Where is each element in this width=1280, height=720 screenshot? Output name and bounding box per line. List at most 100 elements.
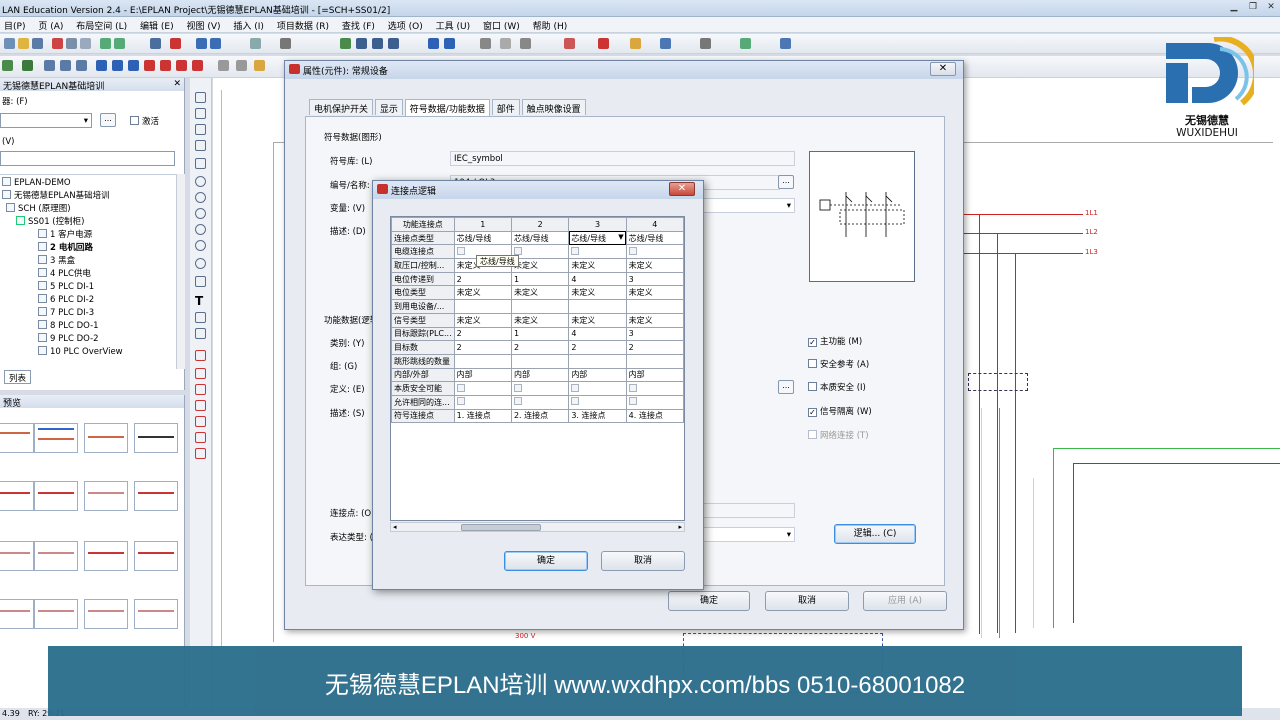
dimension-g-tool-icon[interactable] [195, 448, 206, 459]
circle-b-tool-icon[interactable] [195, 192, 206, 203]
grid-b-icon[interactable] [500, 38, 511, 49]
maximize-icon[interactable]: ❐ [1244, 1, 1262, 14]
cut-icon[interactable] [52, 38, 63, 49]
table-cell[interactable] [568, 353, 627, 369]
symbol-browse-button[interactable]: ... [778, 175, 794, 189]
flag-d-icon[interactable] [144, 60, 155, 71]
menu-item-layout-space[interactable]: 布局空间 (L) [72, 17, 133, 32]
filter-select[interactable]: ▾ [0, 113, 92, 128]
activate-checkbox[interactable]: 激活 [130, 115, 159, 127]
preview-thumb[interactable] [134, 599, 178, 629]
flag-c-icon[interactable] [128, 60, 139, 71]
ellipse-b-tool-icon[interactable] [195, 258, 206, 269]
table-cell[interactable]: 4. 连接点 [625, 408, 684, 424]
image-tool-icon[interactable] [195, 158, 206, 169]
text-tool-icon[interactable]: T [195, 295, 206, 307]
table-cell[interactable]: 未定义 [625, 258, 684, 273]
table-cell[interactable]: 芯线/导线 [510, 230, 570, 246]
scroll-thumb[interactable] [461, 524, 541, 531]
flag-f-icon[interactable] [176, 60, 187, 71]
arc-b-tool-icon[interactable] [195, 224, 206, 235]
rotate-icon[interactable] [196, 38, 207, 49]
table-cell[interactable]: 未定义 [453, 285, 512, 301]
menu-item-options[interactable]: 选项 (O) [384, 17, 429, 32]
tree-item[interactable]: 10 PLC OverView [38, 346, 123, 359]
tree-item[interactable]: SCH (原理图) [6, 203, 71, 216]
forward-icon[interactable] [444, 38, 455, 49]
curve-tool-icon[interactable] [195, 276, 206, 287]
logic-ok-button[interactable]: 确定 [504, 551, 588, 571]
table-cell[interactable]: 1 [510, 271, 570, 287]
main-function-checkbox[interactable]: ✓ 主功能 (M) [808, 335, 862, 347]
flag-icon[interactable] [96, 60, 107, 71]
preview-thumb[interactable] [134, 481, 178, 511]
undo-icon[interactable] [100, 38, 111, 49]
layer-icon[interactable] [630, 38, 641, 49]
line-tool-icon[interactable] [195, 92, 206, 103]
new-icon[interactable] [4, 38, 15, 49]
menu-item-project-data[interactable]: 项目数据 (R) [273, 17, 335, 32]
tree-item[interactable]: EPLAN-DEMO [2, 177, 71, 190]
grid-c-icon[interactable] [520, 38, 531, 49]
preview-thumb[interactable] [0, 481, 34, 511]
flag-b-icon[interactable] [112, 60, 123, 71]
flag-e-icon[interactable] [160, 60, 171, 71]
table-cell[interactable]: 内部 [625, 367, 684, 383]
preview-thumb[interactable] [84, 541, 128, 571]
dimension-tool-icon[interactable] [195, 350, 206, 361]
table-cell[interactable]: 1 [510, 326, 570, 342]
copy-icon[interactable] [66, 38, 77, 49]
table-cell[interactable] [510, 353, 570, 369]
tree-item[interactable]: 1 客户电源 [38, 229, 92, 242]
preview-thumb[interactable] [84, 423, 128, 453]
logic-grid-hscrollbar[interactable]: ◂ ▸ [390, 522, 685, 532]
menu-item-insert[interactable]: 插入 (I) [229, 17, 270, 32]
table-cell[interactable] [625, 353, 684, 369]
puzzle-icon[interactable] [22, 60, 33, 71]
preview-thumb[interactable] [0, 599, 34, 629]
tree-item[interactable]: SS01 (控制柜) [16, 216, 84, 229]
table-cell[interactable]: 3 [625, 271, 684, 287]
representation-select[interactable]: ▾ [696, 527, 795, 542]
logic-button[interactable]: 逻辑... (C) [834, 524, 916, 544]
close-icon[interactable]: ✕ [1262, 1, 1280, 14]
tab-contact-image[interactable]: 触点映像设置 [521, 99, 586, 115]
scroll-right-icon[interactable]: ▸ [678, 523, 682, 531]
preview-thumb[interactable] [0, 423, 34, 453]
table-cell-checkbox[interactable] [568, 244, 627, 260]
preview-thumb[interactable] [134, 423, 178, 453]
table-cell-checkbox[interactable] [510, 381, 570, 396]
connection-points-field[interactable] [696, 503, 795, 518]
table-cell[interactable]: 2 [453, 271, 512, 287]
save-icon[interactable] [32, 38, 43, 49]
refresh-icon[interactable] [340, 38, 351, 49]
table-cell[interactable] [625, 299, 684, 314]
table-cell[interactable]: 2 [568, 340, 627, 355]
menu-item-project[interactable]: 目(P) [0, 17, 31, 32]
tree-item[interactable]: 3 黑盒 [38, 255, 75, 268]
tab-motor-protection[interactable]: 电机保护开关 [309, 99, 374, 115]
logic-cancel-button[interactable]: 取消 [601, 551, 685, 571]
scroll-left-icon[interactable]: ◂ [393, 523, 397, 531]
table-cell-checkbox[interactable] [625, 394, 684, 410]
table-cell[interactable]: 2 [453, 340, 512, 355]
table-cell[interactable] [510, 299, 570, 314]
dimension-f-tool-icon[interactable] [195, 432, 206, 443]
table-cell[interactable]: 未定义 [568, 258, 627, 273]
terminal-icon[interactable] [44, 60, 55, 71]
menu-item-edit[interactable]: 编辑 (E) [136, 17, 180, 32]
table-cell[interactable] [568, 299, 627, 314]
symbol-lib-field[interactable]: IEC_symbol [450, 151, 795, 166]
arc-tool-icon[interactable] [195, 208, 206, 219]
table-cell[interactable]: 4 [568, 326, 627, 342]
ellipse-tool-icon[interactable] [195, 240, 206, 251]
close-icon[interactable]: ✕ [669, 182, 695, 196]
table-cell[interactable]: 1. 连接点 [453, 408, 512, 424]
close-icon[interactable]: ✕ [930, 62, 956, 76]
menu-item-find[interactable]: 查找 (F) [338, 17, 381, 32]
tree-scrollbar[interactable] [176, 174, 185, 369]
grid-icon[interactable] [480, 38, 491, 49]
menu-item-view[interactable]: 视图 (V) [182, 17, 226, 32]
circle-tool-icon[interactable] [195, 176, 206, 187]
definition-browse-button[interactable]: ... [778, 380, 794, 394]
